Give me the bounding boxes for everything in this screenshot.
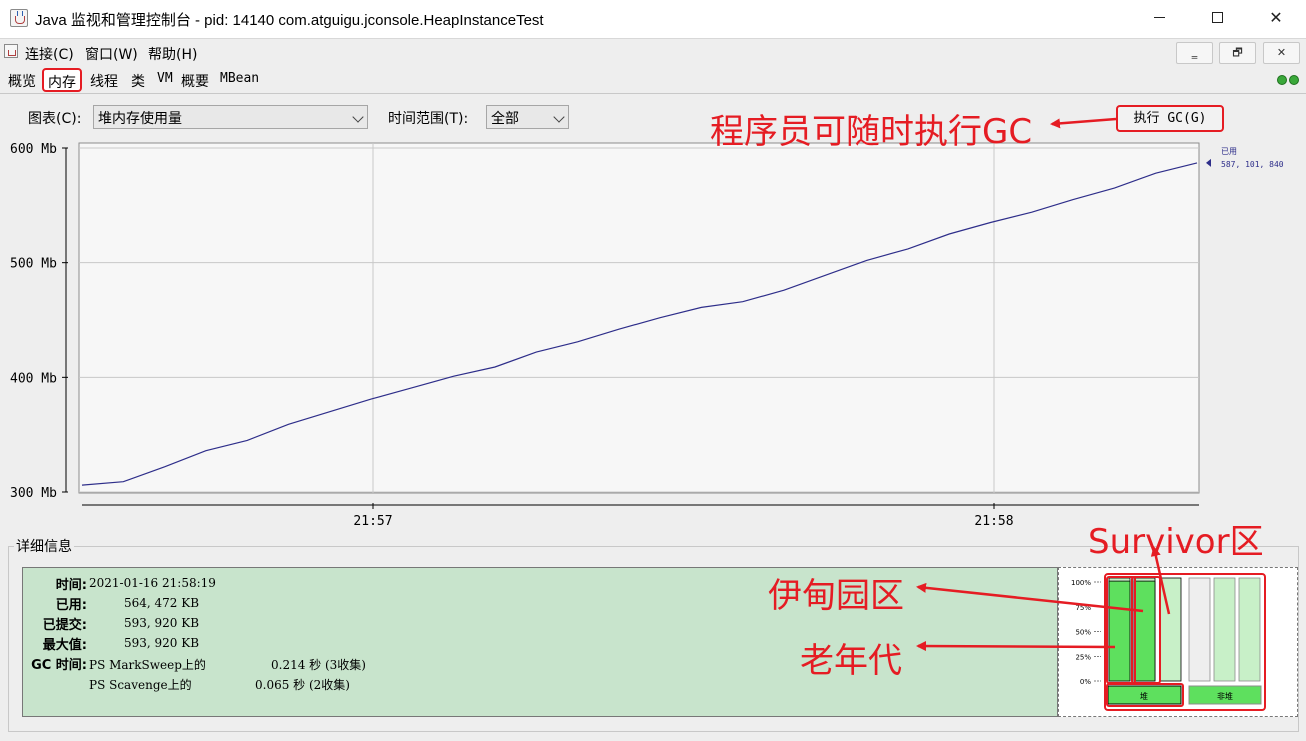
y-tick-label: 600 Mb: [10, 142, 57, 157]
nonheap-pool-bar: [1188, 577, 1211, 682]
detail-value-max: 593, 920 KB: [124, 636, 200, 650]
tab-memory[interactable]: 内存: [42, 68, 82, 92]
legend-series-name: 已用: [1221, 147, 1237, 156]
title-bar: Java 监视和管理控制台 - pid: 14140 com.atguigu.j…: [0, 0, 1306, 36]
detail-label-max: 最大值:: [42, 638, 87, 653]
x-tick-label: 21:58: [974, 514, 1013, 529]
legend-marker: [1206, 158, 1211, 167]
window-title: Java 监视和管理控制台 - pid: 14140 com.atguigu.j…: [35, 12, 544, 29]
chevron-down-icon: [352, 111, 364, 123]
detail-value-time: 2021-01-16 21:58:19: [89, 576, 216, 590]
chevron-down-icon: [553, 111, 565, 123]
gc-collector-value: 0.065 秒 (2收集): [255, 678, 350, 692]
time-range-value: 全部: [491, 111, 519, 127]
pool-y-tick-label: 25%: [1075, 653, 1091, 661]
detail-label-used: 已用:: [55, 598, 87, 613]
java-coffee-icon: [10, 9, 28, 27]
gc-collector-value: 0.214 秒 (3收集): [271, 658, 366, 672]
x-tick-label: 21:57: [353, 514, 392, 529]
time-range-label: 时间范围(T):: [388, 111, 469, 127]
chart-label: 图表(C):: [28, 111, 82, 127]
connected-plug-icon: [1277, 75, 1301, 85]
detail-value-committed: 593, 920 KB: [124, 616, 200, 630]
internal-restore-button[interactable]: 🗗: [1219, 42, 1256, 64]
memory-pool-bars: 100% 75% 50% 25% 0% 堆 非堆: [1071, 573, 1266, 711]
tab-vm-label: VM: [157, 71, 173, 86]
tab-overview[interactable]: 概览: [8, 71, 36, 91]
internal-close-button[interactable]: ✕: [1263, 42, 1300, 64]
menu-help[interactable]: 帮助(H): [148, 44, 197, 64]
pool-y-tick-label: 75%: [1075, 604, 1091, 612]
annotation-gc: 程序员可随时执行GC: [710, 112, 1033, 152]
annotation-eden: 伊甸园区: [768, 576, 904, 616]
detail-label-time: 时间:: [55, 578, 87, 593]
chart-select-value: 堆内存使用量: [98, 111, 182, 127]
details-title: 详细信息: [14, 536, 74, 556]
close-button[interactable]: ✕: [1247, 0, 1305, 36]
minimize-icon: [1154, 17, 1165, 18]
nonheap-pool-bar: [1213, 577, 1236, 682]
pool-y-tick-label: 0%: [1080, 678, 1091, 686]
minimize-button[interactable]: [1131, 0, 1189, 36]
heap-pool-bar: [1159, 577, 1182, 682]
detail-value-used: 564, 472 KB: [124, 596, 200, 610]
heap-pool-bar-fill: [1108, 580, 1131, 682]
pool-y-tick-label: 50%: [1075, 629, 1091, 637]
java-coffee-icon: [4, 44, 18, 58]
menu-connect[interactable]: 连接(C): [25, 44, 74, 64]
tab-mbean[interactable]: MBean: [220, 71, 259, 86]
y-tick-label: 300 Mb: [10, 486, 57, 501]
y-tick-label: 400 Mb: [10, 371, 57, 386]
chart-select[interactable]: 堆内存使用量: [93, 105, 368, 129]
heap-usage-chart: 600 Mb 500 Mb 400 Mb 300 Mb 21:57 21:58 已用 587,…: [10, 142, 1284, 529]
memory-pools-panel: 100% 75% 50% 25% 0% 堆 非堆: [1058, 567, 1298, 717]
detail-label-committed: 已提交:: [42, 618, 87, 633]
menu-window[interactable]: 窗口(W): [85, 44, 138, 64]
maximize-icon: [1212, 12, 1223, 23]
chart-controls: 图表(C): 堆内存使用量 时间范围(T): 全部 执行 GC(G): [0, 94, 1306, 138]
detail-label-gc-time: GC 时间:: [31, 658, 87, 673]
tab-vm-summary[interactable]: VM 概要: [157, 71, 209, 90]
nonheap-pool-bar: [1238, 577, 1261, 682]
annotation-survivor: Survivor区: [1088, 522, 1264, 562]
internal-minimize-button[interactable]: ‗: [1176, 42, 1213, 64]
time-range-select[interactable]: 全部: [486, 105, 569, 129]
y-tick-label: 500 Mb: [10, 257, 57, 272]
legend-series-value: 587, 101, 840: [1221, 160, 1284, 169]
heap-label: 堆: [1140, 691, 1148, 701]
tab-classes[interactable]: 类: [131, 71, 145, 91]
tab-vm-summary-label: 概要: [181, 74, 209, 90]
tab-threads[interactable]: 线程: [90, 71, 118, 91]
perform-gc-button[interactable]: 执行 GC(G): [1116, 105, 1224, 132]
memory-panel: 图表(C): 堆内存使用量 时间范围(T): 全部 执行 GC(G) 600 M…: [0, 94, 1306, 741]
pool-y-tick-label: 100%: [1071, 579, 1091, 587]
annotation-old-gen: 老年代: [800, 641, 902, 681]
tab-bar: 概览 内存 线程 类 VM 概要 MBean: [0, 66, 1306, 94]
nonheap-label: 非堆: [1217, 691, 1233, 701]
heap-pool-bar-fill: [1133, 580, 1156, 682]
maximize-button[interactable]: [1189, 0, 1247, 36]
close-icon: ✕: [1269, 8, 1283, 27]
gc-collector-name: PS MarkSweep上的: [89, 658, 206, 672]
gc-collector-name: PS Scavenge上的: [89, 678, 192, 692]
menu-bar: 连接(C) 窗口(W) 帮助(H) ‗ 🗗 ✕: [0, 38, 1306, 66]
